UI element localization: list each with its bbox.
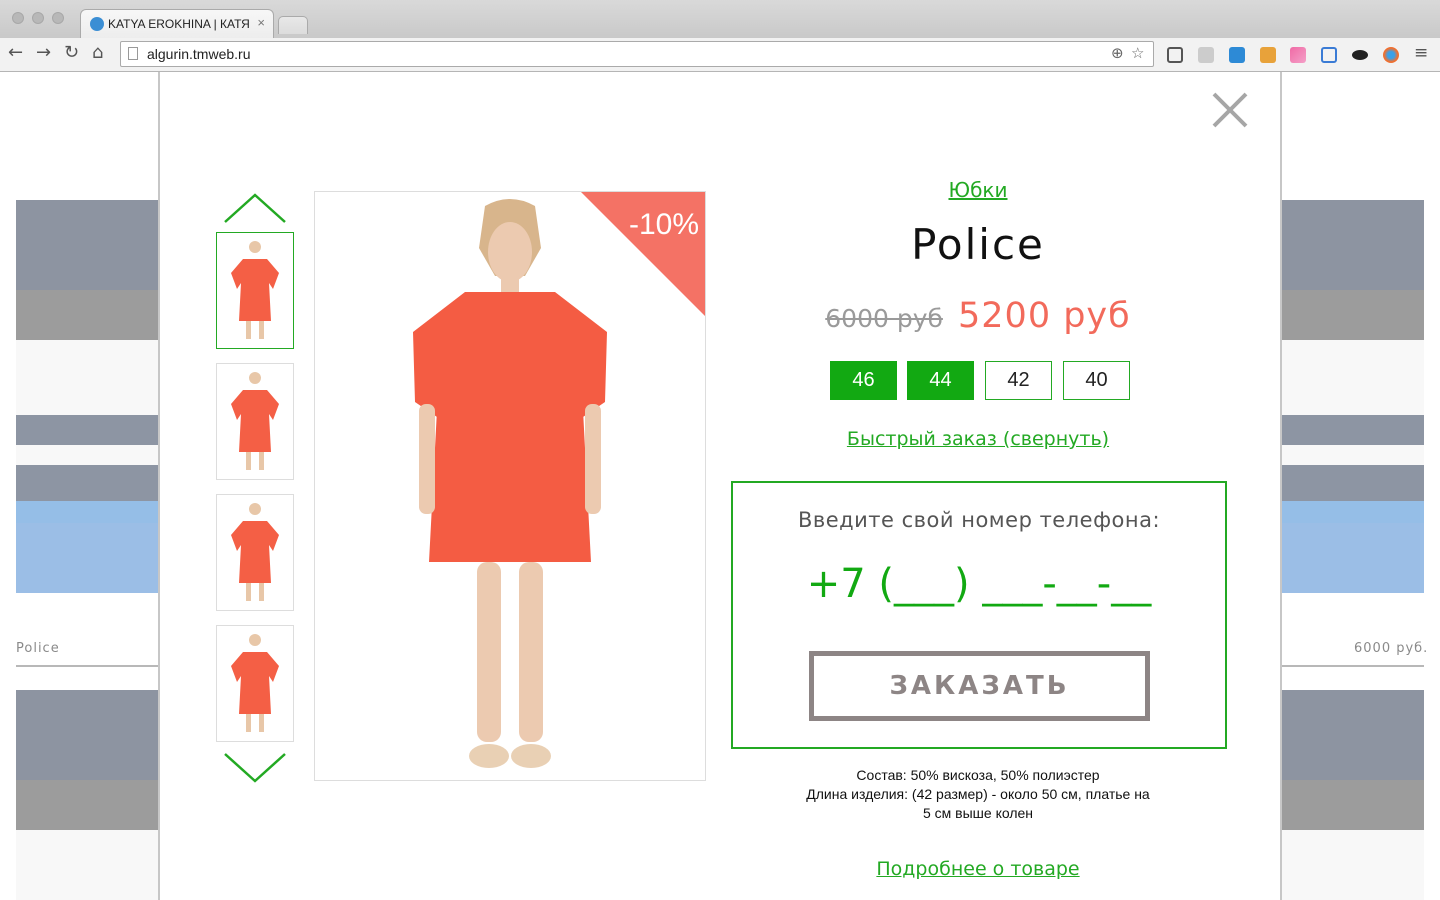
extension-eyedropper-icon[interactable] xyxy=(1198,47,1214,63)
product-title: Police xyxy=(911,220,1045,269)
forward-icon[interactable]: → xyxy=(36,42,51,64)
tab-title: KATYA EROKHINA | КАТЯ ЕРОХИНА xyxy=(108,17,253,31)
extension-css3-icon[interactable] xyxy=(1229,47,1245,63)
size-option-46[interactable]: 46 xyxy=(830,361,897,400)
description-line: 5 см выше колен xyxy=(922,805,1034,821)
window-minimize-dot[interactable] xyxy=(32,12,44,24)
background-divider xyxy=(1282,665,1424,667)
window-zoom-dot[interactable] xyxy=(52,12,64,24)
phone-prompt: Введите свой номер телефона: xyxy=(797,508,1161,532)
browser-tabbar: KATYA EROKHINA | КАТЯ ЕРОХИНА × xyxy=(0,0,1440,38)
size-option-40[interactable]: 40 xyxy=(1063,361,1130,400)
menu-icon[interactable]: ≡ xyxy=(1414,42,1428,64)
address-bar[interactable]: algurin.tmweb.ru ⊕ ☆ xyxy=(120,41,1154,67)
discount-label: -10% xyxy=(628,208,699,241)
chevron-down-icon[interactable] xyxy=(223,752,287,784)
extension-color-icon[interactable] xyxy=(1290,47,1306,63)
background-product-image[interactable] xyxy=(1282,690,1424,900)
extension-resize-icon[interactable] xyxy=(1321,47,1337,63)
size-option-42[interactable]: 42 xyxy=(985,361,1052,400)
background-product-image[interactable] xyxy=(1282,200,1424,593)
old-price: 6000 руб xyxy=(825,304,943,333)
browser-toolbar: ← → ↻ ⌂ algurin.tmweb.ru ⊕ ☆ ≡ xyxy=(0,38,1440,72)
product-details-link[interactable]: Подробнее о товаре xyxy=(730,858,1226,880)
product-quick-view-modal: -10% Юбки Police 6000 руб 5200 руб 46 44… xyxy=(158,72,1282,900)
thumbnail-image[interactable] xyxy=(216,494,294,611)
description-line: Длина изделия: (42 размер) - около 50 см… xyxy=(806,786,1150,802)
thumbnail-image[interactable] xyxy=(216,363,294,480)
extension-readability-icon[interactable] xyxy=(1167,47,1183,63)
extension-eye-icon[interactable] xyxy=(1352,50,1368,60)
price-row: 6000 руб 5200 руб xyxy=(730,296,1226,336)
category-link[interactable]: Юбки xyxy=(730,178,1226,202)
reload-icon[interactable]: ↻ xyxy=(64,42,79,64)
tab-close-icon[interactable]: × xyxy=(257,15,265,30)
chevron-up-icon[interactable] xyxy=(223,192,287,224)
window-close-dot[interactable] xyxy=(12,12,24,24)
background-product-image[interactable] xyxy=(16,690,158,900)
thumbnail-image[interactable] xyxy=(216,625,294,742)
bookmark-star-icon[interactable]: ☆ xyxy=(1131,44,1144,62)
product-description: Состав: 50% вискоза, 50% полиэстер Длина… xyxy=(780,766,1176,823)
background-product-name: Police xyxy=(16,641,60,656)
home-icon[interactable]: ⌂ xyxy=(92,42,103,64)
product-main-image[interactable]: -10% xyxy=(314,191,706,781)
size-option-44[interactable]: 44 xyxy=(907,361,974,400)
zoom-icon[interactable]: ⊕ xyxy=(1111,44,1124,62)
close-icon[interactable] xyxy=(1210,90,1250,130)
background-product-price: 6000 руб. xyxy=(1354,641,1429,656)
new-price: 5200 руб xyxy=(958,296,1131,336)
thumbnail-image[interactable] xyxy=(216,232,294,349)
order-button[interactable]: ЗАКАЗАТЬ xyxy=(809,651,1150,721)
extension-ruler-icon[interactable] xyxy=(1260,47,1276,63)
phone-input[interactable]: +7 (___) ___-__-__ xyxy=(733,561,1225,607)
quick-order-toggle-link[interactable]: Быстрый заказ (свернуть) xyxy=(730,428,1226,450)
quick-order-panel: Введите свой номер телефона: +7 (___) __… xyxy=(731,481,1227,749)
background-divider xyxy=(16,665,158,667)
new-tab-button[interactable] xyxy=(278,16,308,34)
favicon-icon xyxy=(90,17,104,31)
page-icon xyxy=(128,47,138,60)
back-icon[interactable]: ← xyxy=(8,42,23,64)
description-line: Состав: 50% вискоза, 50% полиэстер xyxy=(856,767,1100,783)
url-text: algurin.tmweb.ru xyxy=(147,46,251,62)
extension-firefox-icon[interactable] xyxy=(1383,47,1399,63)
background-product-image[interactable] xyxy=(16,200,158,593)
browser-tab[interactable]: KATYA EROKHINA | КАТЯ ЕРОХИНА × xyxy=(80,9,274,38)
